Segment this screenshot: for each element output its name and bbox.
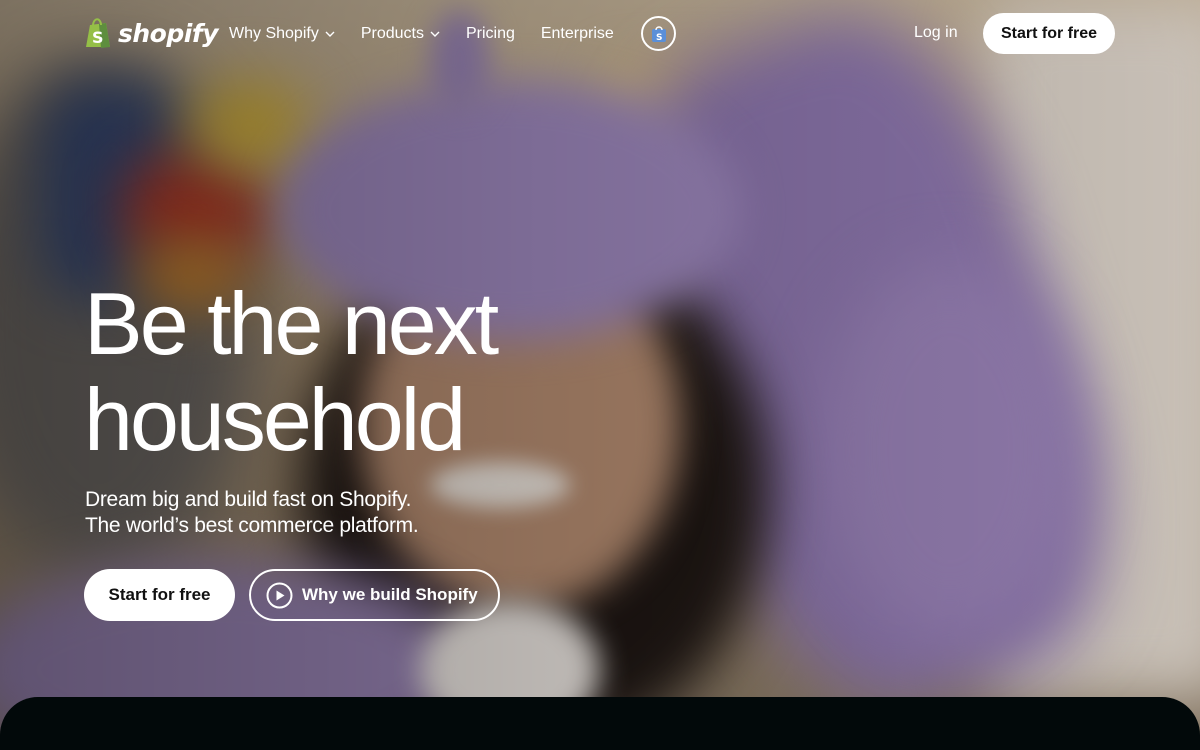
subheading-line-2: The world’s best commerce platform. — [85, 514, 419, 537]
shop-app-button[interactable]: S — [641, 16, 676, 51]
shopify-logo-link[interactable]: S shopify — [84, 17, 219, 49]
why-we-build-shopify-button[interactable]: Why we build Shopify — [249, 569, 500, 621]
cta-secondary-label: Why we build Shopify — [302, 585, 478, 604]
nav-item-products[interactable]: Products — [361, 22, 440, 46]
primary-nav: Why Shopify Products Pricing Enterprise — [229, 22, 614, 46]
start-for-free-button[interactable]: Start for free — [84, 569, 235, 621]
svg-text:S: S — [656, 33, 662, 43]
shopify-bag-icon: S — [86, 18, 110, 48]
next-section-panel — [0, 697, 1200, 750]
subheading-line-1: Dream big and build fast on Shopify. — [85, 488, 412, 511]
top-navigation: S shopify Why Shopify Products Pricing E… — [0, 0, 1200, 68]
play-icon — [266, 582, 293, 608]
login-link[interactable]: Log in — [914, 24, 958, 42]
shop-app-icon: S — [651, 25, 666, 43]
nav-item-why-shopify[interactable]: Why Shopify — [229, 22, 335, 46]
nav-item-label: Products — [360, 25, 424, 42]
nav-item-enterprise[interactable]: Enterprise — [541, 22, 614, 46]
headline-line-1: Be the next — [84, 274, 499, 373]
hero-headline: Be the next household — [84, 276, 644, 468]
chevron-down-icon — [430, 31, 440, 37]
svg-text:S: S — [92, 28, 104, 47]
hero-subheading: Dream big and build fast on Shopify. The… — [85, 487, 605, 539]
nav-item-label: Enterprise — [540, 25, 614, 42]
brand-name: shopify — [118, 18, 219, 48]
nav-item-pricing[interactable]: Pricing — [466, 22, 515, 46]
nav-item-label: Why Shopify — [229, 25, 319, 42]
chevron-down-icon — [325, 31, 335, 37]
headline-line-2: household — [84, 370, 466, 469]
start-for-free-nav-button[interactable]: Start for free — [983, 13, 1115, 54]
nav-item-label: Pricing — [465, 25, 515, 42]
